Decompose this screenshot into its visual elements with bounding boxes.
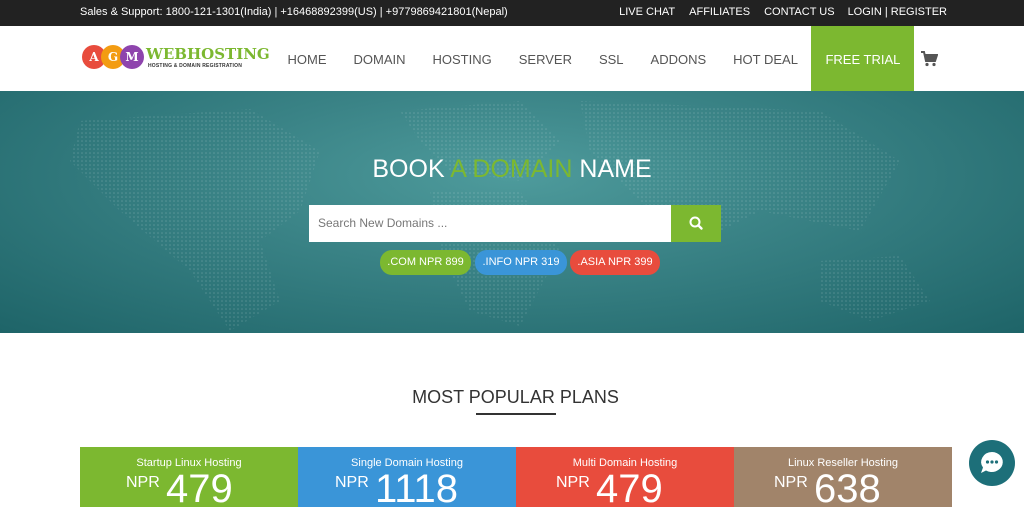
plan-price: 479 xyxy=(596,467,663,511)
top-bar: Sales & Support: 1800-121-1301(India) | … xyxy=(0,0,1024,26)
logo-text: WEBHOSTING xyxy=(146,45,270,63)
nav-ssl[interactable]: SSL xyxy=(585,26,637,91)
nav-free-trial[interactable]: FREE TRIAL xyxy=(811,26,915,91)
plan-price: 479 xyxy=(166,467,233,511)
plans-heading: MOST POPULAR PLANS xyxy=(412,387,619,407)
plan-card-multi-domain[interactable]: Multi Domain Hosting NPR 479 xyxy=(516,447,734,511)
search-icon xyxy=(689,216,703,230)
tld-com-button[interactable]: .COM NPR 899 xyxy=(380,250,471,275)
plan-currency: NPR xyxy=(335,474,369,491)
tld-info-button[interactable]: .INFO NPR 319 xyxy=(475,250,567,275)
heading-underline xyxy=(476,413,556,415)
plan-price: 638 xyxy=(814,467,881,511)
live-chat-link[interactable]: LIVE CHAT xyxy=(619,6,675,18)
plan-price: 1118 xyxy=(375,467,459,511)
logo[interactable]: A G M WEBHOSTING HOSTING & DOMAIN REGIST… xyxy=(82,43,270,73)
logo-subtext: HOSTING & DOMAIN REGISTRATION xyxy=(148,63,243,69)
cart-icon[interactable] xyxy=(920,50,938,68)
plan-currency: NPR xyxy=(556,474,590,491)
nav-home[interactable]: HOME xyxy=(274,26,340,91)
nav-hot-deal[interactable]: HOT DEAL xyxy=(720,26,812,91)
nav-server[interactable]: SERVER xyxy=(505,26,585,91)
plan-card-startup-linux[interactable]: Startup Linux Hosting NPR 479 xyxy=(80,447,298,511)
main-navbar: A G M WEBHOSTING HOSTING & DOMAIN REGIST… xyxy=(0,26,1024,91)
plan-currency: NPR xyxy=(126,474,160,491)
hero-section: BOOK A DOMAIN NAME Search New Domains ..… xyxy=(0,91,1024,333)
support-phone-numbers: Sales & Support: 1800-121-1301(India) | … xyxy=(80,6,508,18)
hero-title: BOOK A DOMAIN NAME xyxy=(0,155,1024,184)
hero-title-end: NAME xyxy=(572,155,652,183)
hero-title-start: BOOK xyxy=(372,155,451,183)
nav-domain[interactable]: DOMAIN xyxy=(340,26,419,91)
nav-menu: HOME DOMAIN HOSTING SERVER SSL ADDONS HO… xyxy=(274,26,915,91)
plan-card-linux-reseller[interactable]: Linux Reseller Hosting NPR 638 xyxy=(734,447,952,511)
chat-bubble-icon xyxy=(981,452,1003,473)
login-register-link[interactable]: LOGIN | REGISTER xyxy=(848,6,947,18)
nav-addons[interactable]: ADDONS xyxy=(637,26,720,91)
nav-hosting[interactable]: HOSTING xyxy=(419,26,505,91)
tld-asia-button[interactable]: .ASIA NPR 399 xyxy=(570,250,660,275)
plan-currency: NPR xyxy=(774,474,808,491)
plan-card-single-domain[interactable]: Single Domain Hosting NPR 1118 xyxy=(298,447,516,511)
contact-us-link[interactable]: CONTACT US xyxy=(764,6,835,18)
domain-search-input[interactable]: Search New Domains ... xyxy=(309,205,671,242)
search-button[interactable] xyxy=(671,205,721,242)
logo-letter-m: M xyxy=(120,45,144,69)
hero-title-accent: A DOMAIN xyxy=(450,155,573,183)
top-links: LIVE CHAT AFFILIATES CONTACT US LOGIN | … xyxy=(605,6,947,18)
chat-widget-button[interactable] xyxy=(969,440,1015,486)
affiliates-link[interactable]: AFFILIATES xyxy=(689,6,750,18)
